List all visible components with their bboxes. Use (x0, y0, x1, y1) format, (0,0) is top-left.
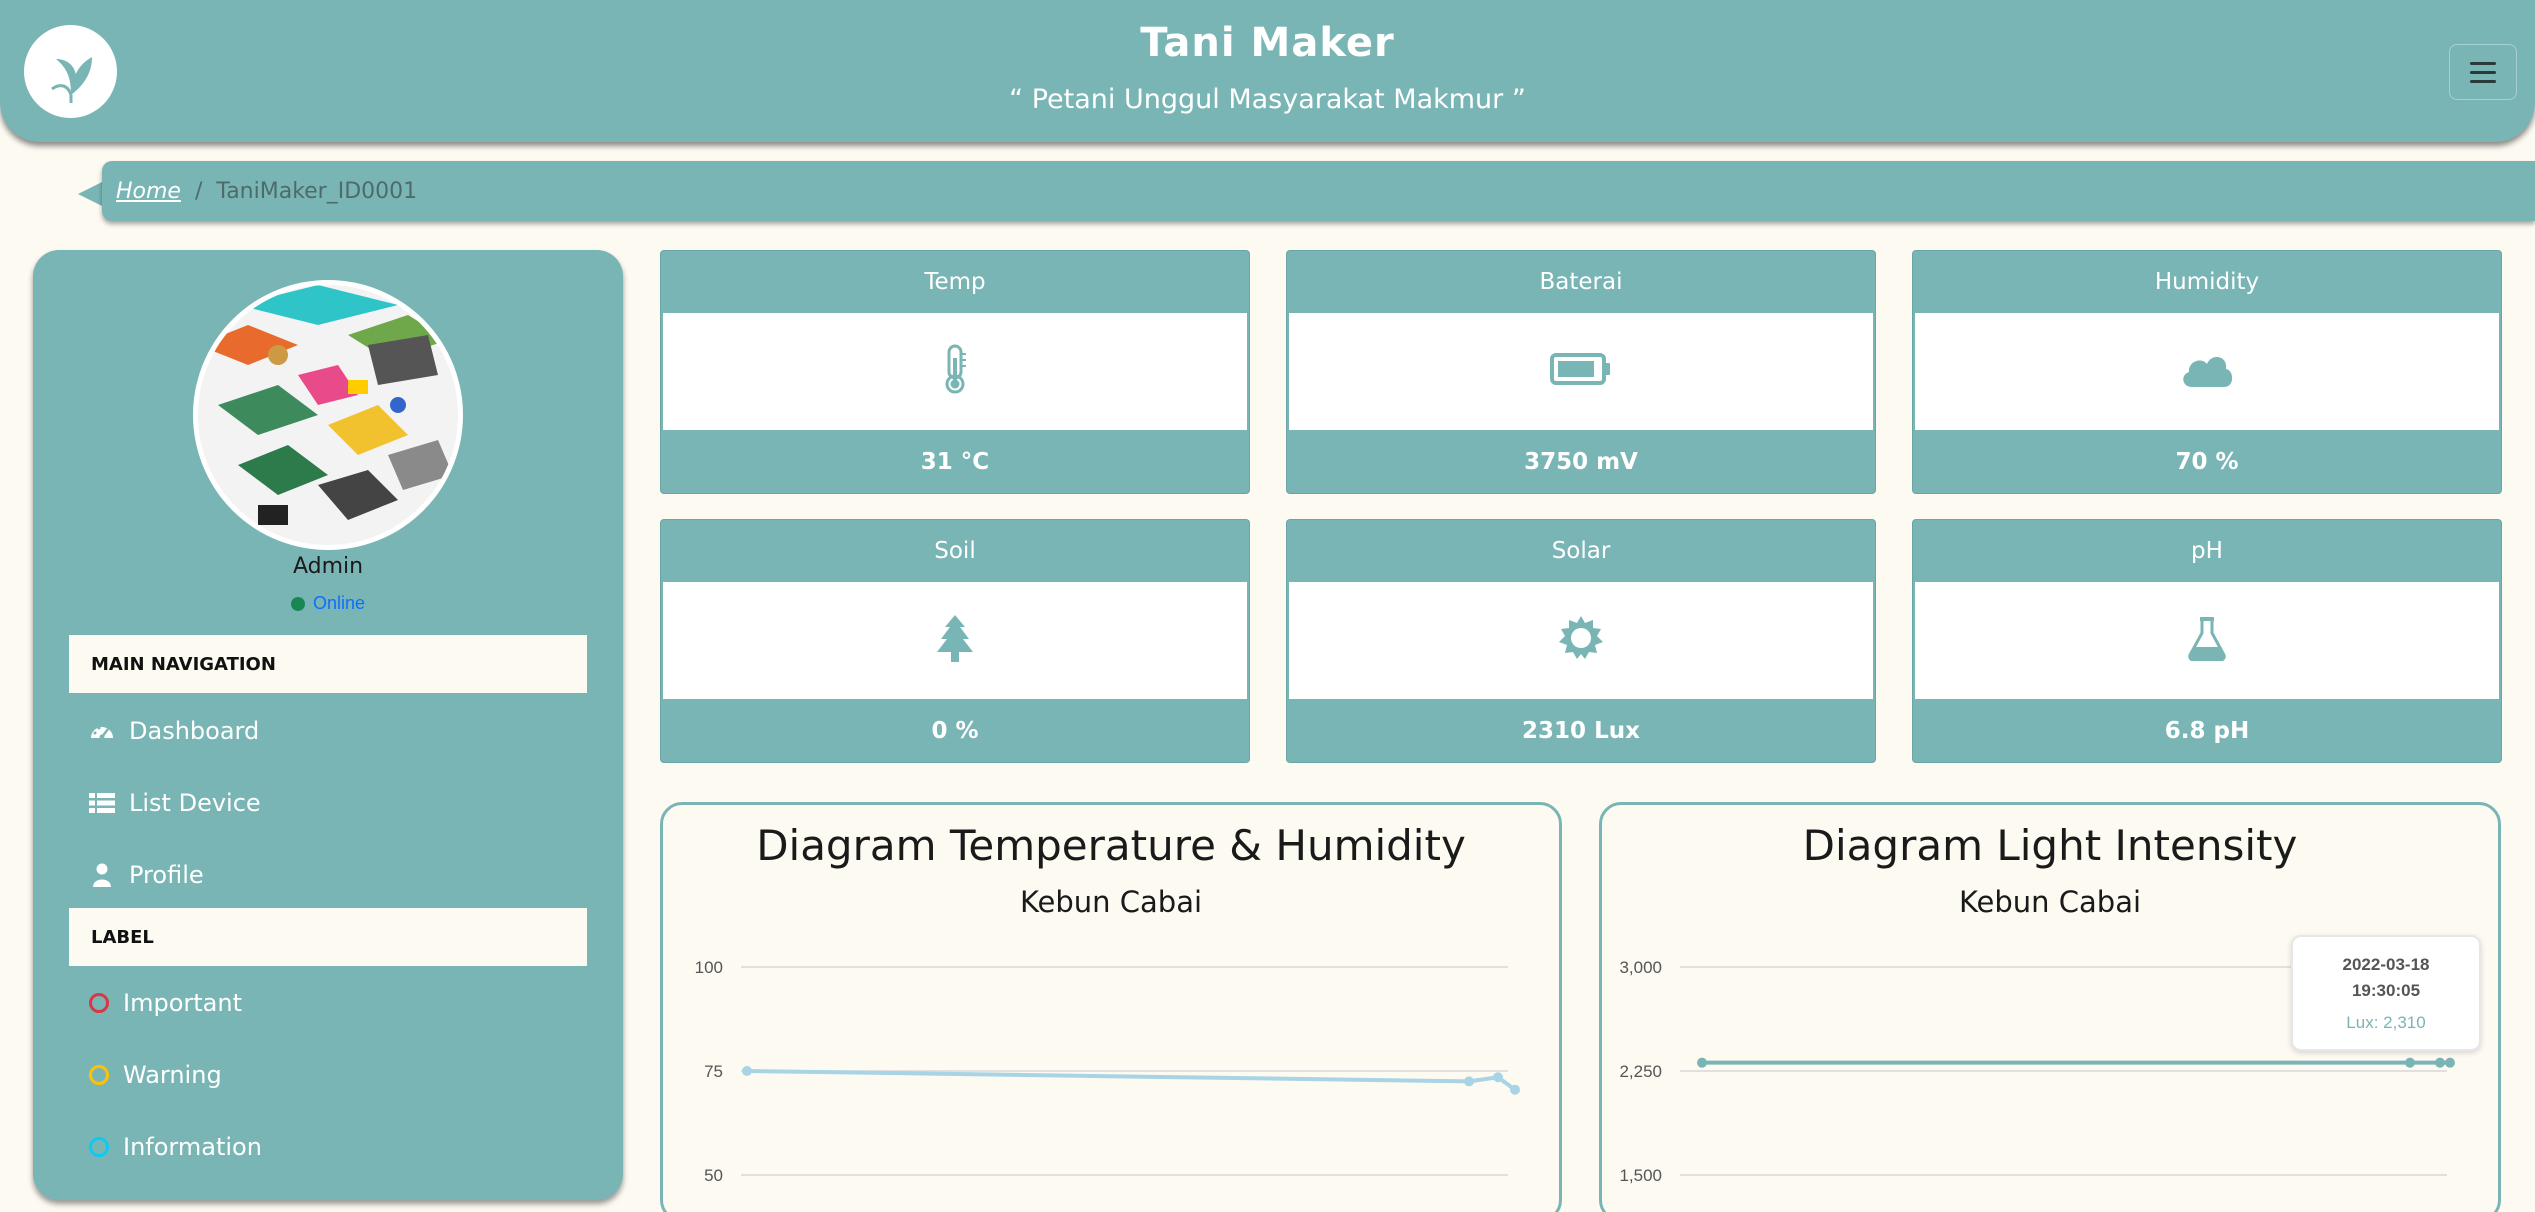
breadcrumb-current: TaniMaker_ID0001 (216, 178, 418, 204)
circle-outline-icon (89, 993, 109, 1013)
data-point (2405, 1057, 2415, 1068)
breadcrumb-separator: / (194, 178, 203, 204)
data-point (1510, 1084, 1520, 1095)
sensor-card-humidity: Humidity 70 % (1912, 250, 2502, 494)
card-title: Baterai (1539, 269, 1623, 295)
data-point (742, 1066, 752, 1076)
y-tick-label: 3,000 (1619, 958, 1662, 977)
sensor-card-temp: Temp 31 °C (660, 250, 1250, 494)
tooltip-date: 2022-03-18 (2342, 955, 2430, 974)
circle-outline-icon (89, 1137, 109, 1157)
main-navigation-header: MAIN NAVIGATION (69, 635, 587, 693)
label-item-important[interactable]: Important (89, 978, 242, 1028)
list-icon (89, 790, 115, 816)
y-tick-label: 2,250 (1619, 1062, 1662, 1081)
sensor-card-soil: Soil 0 % (660, 519, 1250, 763)
thermometer-icon (940, 344, 970, 399)
card-value: 70 % (2175, 448, 2239, 475)
data-point (1464, 1076, 1474, 1087)
gauge-icon (89, 718, 115, 744)
card-value: 3750 mV (1524, 448, 1638, 475)
card-value: 0 % (931, 717, 979, 744)
y-tick-label: 1,500 (1619, 1166, 1662, 1185)
sensor-card-solar: Solar 2310 Lux (1286, 519, 1876, 763)
app-tagline: “ Petani Unggul Masyarakat Makmur ” (1009, 84, 1526, 115)
label-item-text: Important (123, 989, 242, 1017)
data-point (1493, 1072, 1503, 1083)
y-tick-label: 50 (704, 1166, 723, 1185)
sidebar-item-label: Profile (129, 861, 204, 889)
card-title: Solar (1551, 538, 1611, 564)
chart-tooltip: 2022-03-18 19:30:05 Lux: 2,310 (2291, 935, 2481, 1051)
data-point (1697, 1057, 1707, 1068)
top-header: Tani Maker “ Petani Unggul Masyarakat Ma… (0, 0, 2535, 142)
breadcrumb-arrow (78, 182, 102, 206)
battery-icon (1550, 352, 1612, 391)
breadcrumb: Home / TaniMaker_ID0001 (102, 161, 2535, 221)
sidebar-item-profile[interactable]: Profile (89, 850, 204, 900)
tooltip-time: 19:30:05 (2351, 981, 2421, 1000)
hamburger-menu-icon[interactable] (2449, 44, 2517, 100)
label-item-text: Warning (123, 1061, 222, 1089)
series-line (746, 1069, 1517, 1092)
breadcrumb-home-link[interactable]: Home (116, 179, 181, 204)
card-title: Temp (924, 269, 986, 295)
tooltip-value: Lux: 2,310 (2346, 1013, 2426, 1032)
chart-temperature-humidity: Diagram Temperature & Humidity Kebun Cab… (660, 802, 1562, 1212)
avatar (193, 280, 463, 550)
user-icon (89, 862, 115, 888)
sun-icon (1557, 614, 1605, 667)
y-tick-label: 100 (695, 958, 723, 977)
sidebar-item-dashboard[interactable]: Dashboard (89, 706, 259, 756)
online-dot-icon (290, 596, 305, 611)
data-point (2445, 1057, 2455, 1068)
flask-icon (2187, 615, 2227, 666)
cloud-icon (2180, 349, 2234, 394)
chart-plot-temp-humidity[interactable]: 100 75 50 (663, 805, 1562, 1212)
card-value: 31 °C (920, 448, 990, 475)
card-value: 2310 Lux (1522, 717, 1640, 744)
sensor-card-ph: pH 6.8 pH (1912, 519, 2502, 763)
app-title: Tani Maker (1140, 20, 1395, 66)
label-item-warning[interactable]: Warning (89, 1050, 222, 1100)
label-item-information[interactable]: Information (89, 1122, 262, 1172)
user-status: Online (33, 593, 623, 614)
sidebar-item-label: Dashboard (129, 717, 260, 745)
card-title: Humidity (2154, 269, 2260, 295)
sidebar: Admin Online MAIN NAVIGATION Dashboard L… (33, 250, 623, 1200)
y-tick-label: 75 (704, 1062, 723, 1081)
circle-outline-icon (89, 1065, 109, 1085)
status-label: Online (312, 593, 366, 613)
label-header: LABEL (69, 908, 587, 966)
tree-icon (935, 613, 975, 668)
sidebar-item-label: List Device (129, 789, 261, 817)
data-point (2435, 1057, 2445, 1068)
sensor-card-baterai: Baterai 3750 mV (1286, 250, 1876, 494)
label-item-text: Information (123, 1133, 262, 1161)
user-name: Admin (292, 554, 364, 579)
card-value: 6.8 pH (2164, 717, 2250, 744)
card-title: Soil (934, 538, 976, 564)
card-title: pH (2191, 538, 2223, 564)
chart-light-intensity: Diagram Light Intensity Kebun Cabai 3,00… (1599, 802, 2501, 1212)
sidebar-item-list-device[interactable]: List Device (89, 778, 261, 828)
